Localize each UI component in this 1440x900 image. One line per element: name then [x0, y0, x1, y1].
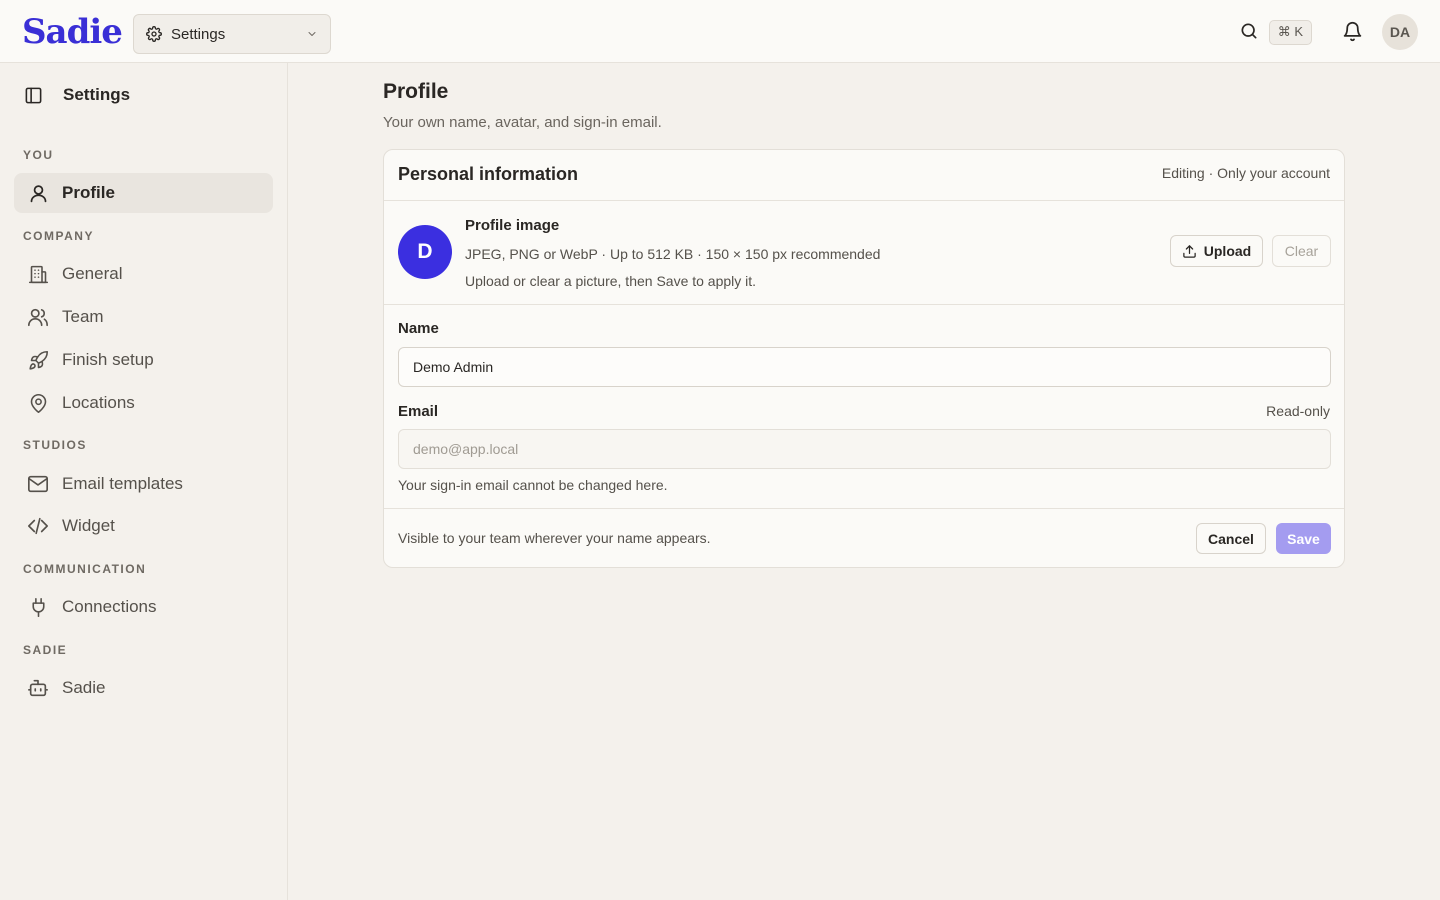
email-field[interactable] — [398, 429, 1331, 469]
sidebar-item-finish-setup[interactable]: Finish setup — [14, 340, 273, 380]
sidebar-toggle-icon[interactable] — [24, 86, 43, 105]
profile-image-row: D Profile image JPEG, PNG or WebP · Up t… — [384, 201, 1344, 305]
read-only-tag: Read-only — [1266, 403, 1330, 419]
sidebar-item-label: General — [62, 264, 123, 283]
sidebar-title: Settings — [63, 85, 131, 104]
chevron-down-icon — [306, 28, 318, 40]
sidebar-item-widget[interactable]: Widget — [14, 506, 273, 546]
personal-info-card: Personal information Editing · Only your… — [383, 149, 1345, 568]
visibility-note: Visible to your team wherever your name … — [398, 530, 711, 546]
upload-label: Upload — [1203, 243, 1252, 259]
profile-image-hint: Upload or clear a picture, then Save to … — [465, 273, 757, 289]
sidebar: Settings YOU Profile COMPANY General Tea… — [0, 63, 288, 900]
top-actions: ⌘ K DA — [1239, 14, 1418, 50]
save-button[interactable]: Save — [1276, 523, 1331, 554]
app-logo[interactable]: Sadie — [22, 12, 123, 52]
section-switcher[interactable]: Settings — [133, 14, 331, 54]
sidebar-item-sadie[interactable]: Sadie — [14, 668, 273, 708]
card-footer: Visible to your team wherever your name … — [384, 508, 1344, 567]
sidebar-item-label: Finish setup — [62, 350, 154, 369]
name-label: Name — [398, 320, 439, 337]
search-shortcut-badge[interactable]: ⌘ K — [1268, 19, 1312, 45]
sidebar-item-email-templates[interactable]: Email templates — [14, 464, 273, 504]
switcher-label: Settings — [171, 25, 226, 43]
plug-icon — [26, 595, 50, 619]
sidebar-item-profile[interactable]: Profile — [14, 173, 273, 213]
sidebar-item-label: Email templates — [62, 474, 183, 493]
cancel-button[interactable]: Cancel — [1196, 523, 1266, 554]
profile-avatar: D — [398, 225, 452, 279]
sidebar-item-label: Sadie — [62, 678, 106, 697]
rocket-icon — [26, 348, 50, 372]
code-icon — [26, 514, 50, 538]
upload-icon — [1182, 244, 1197, 259]
section-label-you: YOU — [23, 148, 54, 162]
building-icon — [26, 262, 50, 286]
user-avatar[interactable]: DA — [1382, 14, 1418, 50]
card-title: Personal information — [398, 164, 579, 184]
sidebar-item-label: Profile — [62, 183, 115, 202]
top-bar: Sadie Settings ⌘ K DA — [0, 0, 1440, 63]
sidebar-item-label: Widget — [62, 516, 115, 535]
page-subtitle: Your own name, avatar, and sign-in email… — [383, 114, 662, 131]
section-label-studios: STUDIOS — [23, 438, 87, 452]
section-label-company: COMPANY — [23, 229, 94, 243]
upload-button[interactable]: Upload — [1170, 235, 1263, 267]
bot-icon — [26, 676, 50, 700]
email-help-text: Your sign-in email cannot be changed her… — [398, 477, 668, 493]
card-header: Personal information Editing · Only your… — [384, 150, 1344, 201]
sidebar-item-connections[interactable]: Connections — [14, 587, 273, 627]
bell-icon[interactable] — [1342, 21, 1364, 43]
mail-icon — [26, 472, 50, 496]
sidebar-item-locations[interactable]: Locations — [14, 383, 273, 423]
clear-button[interactable]: Clear — [1272, 235, 1331, 267]
sidebar-item-label: Connections — [62, 597, 157, 616]
sidebar-item-team[interactable]: Team — [14, 297, 273, 337]
card-meta: Editing · Only your account — [1161, 165, 1330, 181]
section-label-communication: COMMUNICATION — [23, 562, 147, 576]
user-icon — [26, 181, 50, 205]
users-icon — [26, 305, 50, 329]
sidebar-header: Settings — [24, 85, 130, 105]
name-input[interactable] — [398, 347, 1331, 387]
profile-image-requirements: JPEG, PNG or WebP · Up to 512 KB · 150 ×… — [465, 246, 881, 262]
sidebar-item-general[interactable]: General — [14, 254, 273, 294]
section-label-sadie: SADIE — [23, 643, 68, 657]
page-title: Profile — [383, 80, 449, 103]
sidebar-item-label: Locations — [62, 393, 135, 412]
search-icon[interactable] — [1239, 21, 1261, 43]
sidebar-item-label: Team — [62, 307, 104, 326]
profile-image-title: Profile image — [465, 217, 560, 234]
gear-icon — [146, 26, 162, 42]
email-label: Email — [398, 403, 439, 420]
map-pin-icon — [26, 391, 50, 415]
